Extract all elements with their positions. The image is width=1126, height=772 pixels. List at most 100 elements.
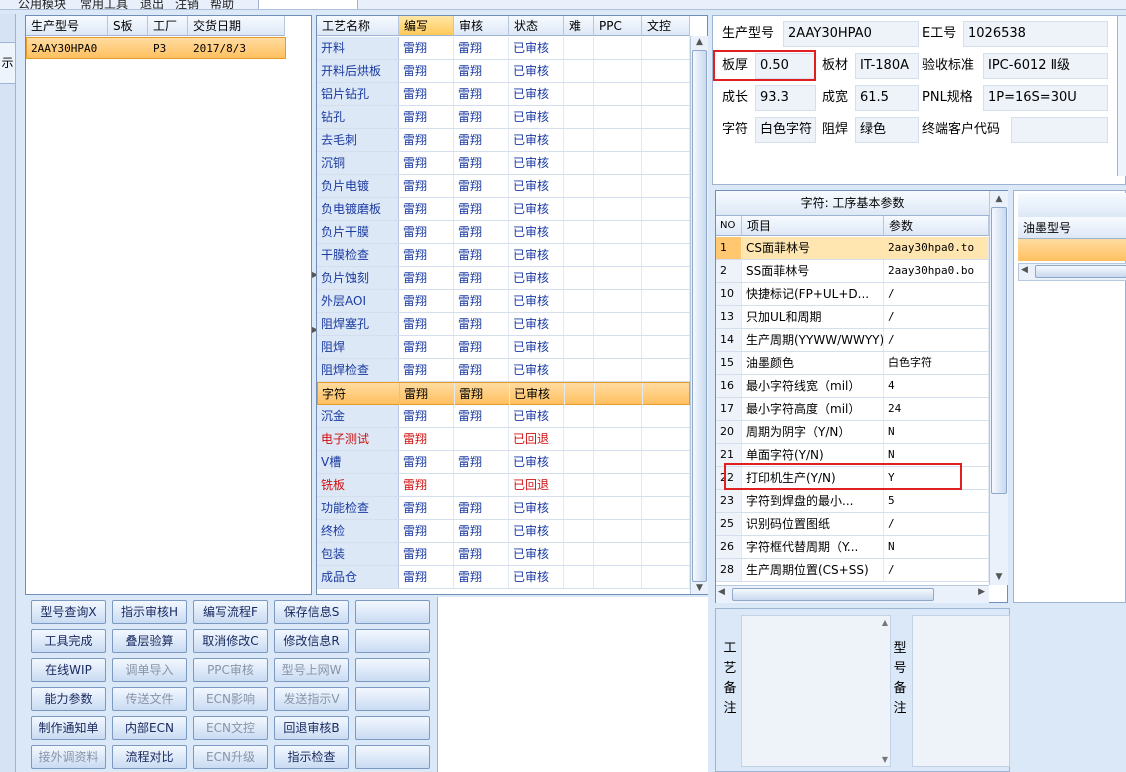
menu-search-input[interactable] bbox=[258, 0, 358, 9]
params-row[interactable]: 2 SS面菲林号 2aay30hpa0.bo bbox=[716, 260, 989, 283]
action-button-4-1[interactable]: 内部ECN bbox=[112, 716, 187, 740]
model-note-field[interactable] bbox=[912, 615, 1010, 767]
params-row[interactable]: 10 快捷标记(FP+UL+D... / bbox=[716, 283, 989, 306]
process-scrollbar[interactable]: ▲ ▼ bbox=[690, 36, 708, 594]
scroll-up-icon[interactable]: ▲ bbox=[691, 36, 708, 48]
process-row[interactable]: 负电镀磨板 雷翔 雷翔 已审核 bbox=[317, 198, 690, 221]
process-row[interactable]: 阻焊塞孔 雷翔 雷翔 已审核 bbox=[317, 313, 690, 336]
process-col-status[interactable]: 状态 bbox=[509, 16, 564, 36]
action-button-2-2[interactable]: PPC审核 bbox=[193, 658, 268, 682]
process-row[interactable]: 终检 雷翔 雷翔 已审核 bbox=[317, 520, 690, 543]
action-button-3-3[interactable]: 发送指示V bbox=[274, 687, 349, 711]
menu-common-modules[interactable]: 公用模块 bbox=[18, 0, 66, 9]
params-row[interactable]: 16 最小字符线宽（mil） 4 bbox=[716, 375, 989, 398]
action-button-1-1[interactable]: 叠层验算 bbox=[112, 629, 187, 653]
ink-scroll-left-icon[interactable]: ◀ bbox=[1021, 265, 1028, 275]
action-button-2-0[interactable]: 在线WIP bbox=[31, 658, 106, 682]
field-width[interactable]: 61.5 bbox=[855, 85, 919, 111]
action-button-1-2[interactable]: 取消修改C bbox=[193, 629, 268, 653]
process-col-reviewer[interactable]: 审核 bbox=[454, 16, 509, 36]
action-button-0-1[interactable]: 指示审核H bbox=[112, 600, 187, 624]
process-row[interactable]: 铝片钻孔 雷翔 雷翔 已审核 bbox=[317, 83, 690, 106]
field-char[interactable]: 白色字符 bbox=[755, 117, 816, 143]
process-row[interactable]: 铣板 雷翔 已回退 bbox=[317, 474, 690, 497]
process-row[interactable]: 干膜检查 雷翔 雷翔 已审核 bbox=[317, 244, 690, 267]
action-button-5-3[interactable]: 指示检查 bbox=[274, 745, 349, 769]
process-row[interactable]: 负片干膜 雷翔 雷翔 已审核 bbox=[317, 221, 690, 244]
action-button-4-3[interactable]: 回退审核B bbox=[274, 716, 349, 740]
action-button-2-4[interactable] bbox=[355, 658, 430, 682]
params-vscrollbar[interactable]: ▲ ▼ bbox=[989, 191, 1008, 585]
process-row[interactable]: 钻孔 雷翔 雷翔 已审核 bbox=[317, 106, 690, 129]
field-material[interactable]: IT-180A bbox=[855, 53, 919, 79]
models-col-model[interactable]: 生产型号 bbox=[26, 16, 108, 36]
action-button-0-0[interactable]: 型号查询X bbox=[31, 600, 106, 624]
process-row[interactable]: 开料 雷翔 雷翔 已审核 bbox=[317, 37, 690, 60]
process-row[interactable]: 负片电镀 雷翔 雷翔 已审核 bbox=[317, 175, 690, 198]
process-note-scroll-down-icon[interactable]: ▼ bbox=[882, 755, 888, 764]
params-col-value[interactable]: 参数 bbox=[884, 216, 989, 236]
models-col-sboard[interactable]: S板 bbox=[108, 16, 148, 36]
field-model[interactable]: 2AAY30HPA0 bbox=[783, 21, 919, 47]
params-scroll-right-icon[interactable]: ▶ bbox=[978, 587, 985, 597]
action-button-0-4[interactable] bbox=[355, 600, 430, 624]
process-row[interactable]: 沉金 雷翔 雷翔 已审核 bbox=[317, 405, 690, 428]
process-col-writer[interactable]: 编写 bbox=[399, 16, 454, 36]
process-row[interactable]: 阻焊 雷翔 雷翔 已审核 bbox=[317, 336, 690, 359]
action-button-3-0[interactable]: 能力参数 bbox=[31, 687, 106, 711]
action-button-1-3[interactable]: 修改信息R bbox=[274, 629, 349, 653]
action-button-4-0[interactable]: 制作通知单 bbox=[31, 716, 106, 740]
action-button-3-4[interactable] bbox=[355, 687, 430, 711]
action-button-2-3[interactable]: 型号上网W bbox=[274, 658, 349, 682]
field-length[interactable]: 93.3 bbox=[755, 85, 816, 111]
params-hscrollbar[interactable]: ◀ ▶ bbox=[716, 585, 989, 603]
params-row[interactable]: 14 生产周期(YYWW/WWYY) / bbox=[716, 329, 989, 352]
process-row[interactable]: 阻焊检查 雷翔 雷翔 已审核 bbox=[317, 359, 690, 382]
params-row[interactable]: 15 油墨颜色 白色字符 bbox=[716, 352, 989, 375]
field-pnl[interactable]: 1P=16S=30U bbox=[983, 85, 1108, 111]
params-col-no[interactable]: NO bbox=[716, 216, 742, 236]
params-row[interactable]: 26 字符框代替周期（Y... N bbox=[716, 536, 989, 559]
params-row[interactable]: 17 最小字符高度（mil） 24 bbox=[716, 398, 989, 421]
menu-exit[interactable]: 退出 bbox=[140, 0, 164, 9]
action-button-0-3[interactable]: 保存信息S bbox=[274, 600, 349, 624]
left-strip-tab[interactable]: 示 bbox=[0, 42, 16, 84]
field-eng-no[interactable]: 1026538 bbox=[963, 21, 1108, 47]
field-mask[interactable]: 绿色 bbox=[855, 117, 919, 143]
params-scroll-up-icon[interactable]: ▲ bbox=[990, 193, 1008, 205]
params-row[interactable]: 20 周期为阴字（Y/N） N bbox=[716, 421, 989, 444]
params-row[interactable]: 23 字符到焊盘的最小... 5 bbox=[716, 490, 989, 513]
field-customer[interactable] bbox=[1011, 117, 1108, 143]
models-row[interactable]: 2AAY30HPA0 P3 2017/8/3 bbox=[26, 37, 286, 59]
menu-common-tools[interactable]: 常用工具 bbox=[80, 0, 128, 9]
params-row[interactable]: 13 只加UL和周期 / bbox=[716, 306, 989, 329]
action-button-5-4[interactable] bbox=[355, 745, 430, 769]
params-col-item[interactable]: 项目 bbox=[742, 216, 884, 236]
params-row[interactable]: 25 识别码位置图纸 / bbox=[716, 513, 989, 536]
params-hscroll-thumb[interactable] bbox=[732, 588, 934, 601]
scroll-down-icon[interactable]: ▼ bbox=[691, 582, 708, 594]
action-button-2-1[interactable]: 调单导入 bbox=[112, 658, 187, 682]
process-row[interactable]: 沉铜 雷翔 雷翔 已审核 bbox=[317, 152, 690, 175]
process-note-scroll-up-icon[interactable]: ▲ bbox=[882, 618, 888, 627]
process-row[interactable]: V槽 雷翔 雷翔 已审核 bbox=[317, 451, 690, 474]
menu-logout[interactable]: 注销 bbox=[175, 0, 199, 9]
ink-selected-row[interactable] bbox=[1018, 239, 1126, 261]
params-row[interactable]: 1 CS面菲林号 2aay30hpa0.to bbox=[716, 237, 989, 260]
action-button-3-1[interactable]: 传送文件 bbox=[112, 687, 187, 711]
action-button-0-2[interactable]: 编写流程F bbox=[193, 600, 268, 624]
field-standard[interactable]: IPC-6012 Ⅱ级 bbox=[983, 53, 1108, 79]
process-scroll-thumb[interactable] bbox=[692, 50, 707, 582]
process-row[interactable]: 包装 雷翔 雷翔 已审核 bbox=[317, 543, 690, 566]
ink-col-model[interactable]: 油墨型号 bbox=[1018, 217, 1126, 239]
action-button-5-1[interactable]: 流程对比 bbox=[112, 745, 187, 769]
action-button-1-4[interactable] bbox=[355, 629, 430, 653]
action-button-4-2[interactable]: ECN文控 bbox=[193, 716, 268, 740]
menu-help[interactable]: 帮助 bbox=[210, 0, 234, 9]
ink-hscrollbar[interactable]: ◀ bbox=[1018, 263, 1126, 281]
process-row[interactable]: 负片蚀刻 雷翔 雷翔 已审核 bbox=[317, 267, 690, 290]
process-row[interactable]: 去毛刺 雷翔 雷翔 已审核 bbox=[317, 129, 690, 152]
process-col-difficulty[interactable]: 难 bbox=[564, 16, 594, 36]
action-button-5-2[interactable]: ECN升级 bbox=[193, 745, 268, 769]
process-row[interactable]: 外层AOI 雷翔 雷翔 已审核 bbox=[317, 290, 690, 313]
